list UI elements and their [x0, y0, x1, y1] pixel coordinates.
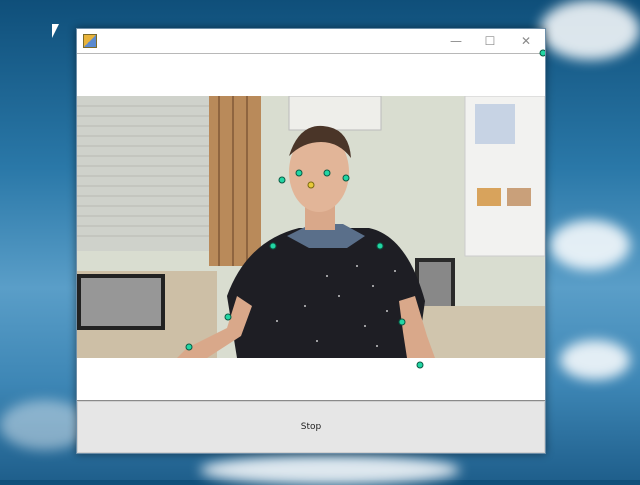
desktop-cloud — [550, 220, 630, 270]
button-panel: Stop — [77, 401, 545, 453]
desktop-cloud — [540, 0, 640, 60]
mouse-cursor-icon — [52, 24, 59, 38]
app-window: — ☐ ✕ Stop — [76, 28, 546, 454]
desktop-cloud — [560, 340, 630, 380]
overlay-keypoints — [416, 49, 545, 369]
desktop-cloud — [200, 455, 460, 485]
stop-button[interactable]: Stop — [77, 401, 545, 453]
